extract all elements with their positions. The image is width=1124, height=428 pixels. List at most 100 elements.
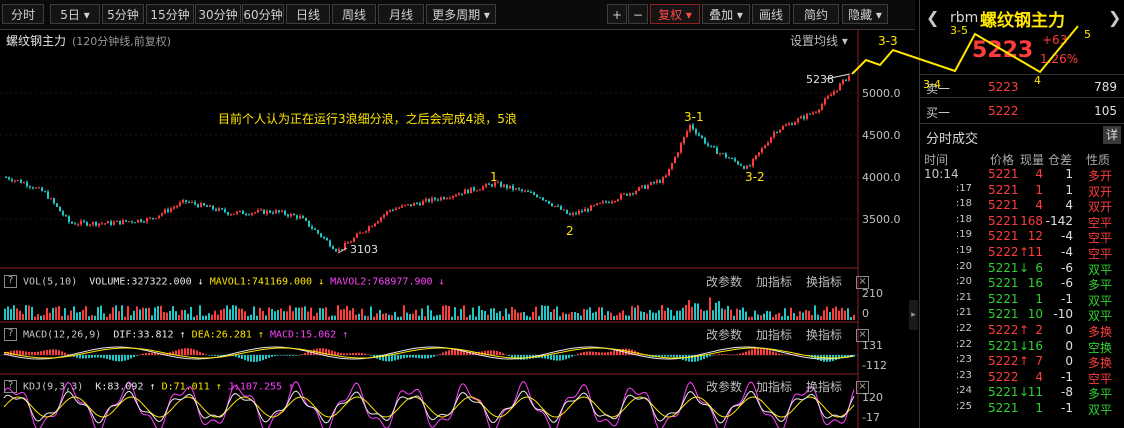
period-tab-month[interactable]: 月线 <box>378 4 424 24</box>
candle-body <box>311 226 313 229</box>
candle-body <box>602 201 604 203</box>
macd-bar <box>340 352 342 355</box>
candle-body <box>128 221 130 223</box>
volume-bar <box>172 306 174 320</box>
candle-body <box>158 215 160 219</box>
volume-bar <box>481 310 483 320</box>
candle-body <box>803 116 805 119</box>
candle-body <box>410 204 412 206</box>
simple-mode-button[interactable]: 简约 <box>793 4 839 24</box>
next-symbol-icon[interactable]: ❯ <box>1108 8 1121 27</box>
detail-button[interactable]: 详 <box>1103 126 1121 144</box>
macd-add-indicator-button[interactable]: 加指标 <box>756 328 792 342</box>
candle-body <box>680 143 682 153</box>
volume-bar <box>262 311 264 320</box>
vol-add-indicator-button[interactable]: 加指标 <box>756 275 792 289</box>
volume-bar <box>253 306 255 320</box>
volume-bar <box>424 316 426 320</box>
macd-bar <box>199 351 201 355</box>
volume-bar <box>853 314 855 320</box>
settings-ma-label: 设置均线 <box>790 34 839 48</box>
macd-bar <box>370 355 372 356</box>
candle-body <box>437 199 439 201</box>
question-icon[interactable]: ? <box>4 328 17 341</box>
macd-bar <box>562 355 564 361</box>
candle-body <box>413 202 415 206</box>
hide-button[interactable]: 隐藏 ▾ <box>842 4 888 24</box>
candle-body <box>725 153 727 158</box>
settings-ma-button[interactable]: 设置均线 ▾ <box>790 32 848 49</box>
draw-line-button[interactable]: 画线 <box>752 4 790 24</box>
macd-tick-131: 131 <box>862 339 883 352</box>
macd-edit-params-button[interactable]: 改参数 <box>706 328 742 342</box>
volume-bar <box>16 308 18 320</box>
candle-body <box>149 217 151 219</box>
candle-body <box>476 190 478 192</box>
candle-body <box>578 210 580 215</box>
volume-bar <box>583 309 585 320</box>
prev-symbol-icon[interactable]: ❮ <box>926 8 939 27</box>
volume-bar <box>31 306 33 320</box>
macd-bar <box>763 348 765 355</box>
volume-bar <box>10 308 12 320</box>
candle-body <box>302 216 304 219</box>
question-icon[interactable]: ? <box>4 380 17 393</box>
volume-bar <box>475 316 477 320</box>
trade-volume: 2 <box>1035 323 1043 337</box>
volume-bar <box>259 307 261 320</box>
kdj-add-indicator-button[interactable]: 加指标 <box>756 380 792 394</box>
volume-bar <box>628 315 630 320</box>
kline-chart[interactable] <box>0 29 915 428</box>
macd-bar <box>496 350 498 355</box>
macd-bar <box>553 355 555 361</box>
vol-switch-indicator-button[interactable]: 换指标 <box>806 275 842 289</box>
candle-body <box>116 220 118 222</box>
collapse-panel-handle[interactable]: ▸ <box>909 300 918 330</box>
period-tab-week[interactable]: 周线 <box>332 4 376 24</box>
volume-bar <box>250 314 252 320</box>
volume-bar <box>307 311 309 320</box>
candle-body <box>404 205 406 207</box>
macd-bar <box>133 355 135 358</box>
candle-body <box>599 202 601 204</box>
volume-bar <box>40 315 42 320</box>
arrow-up-icon: ↑ <box>342 329 349 341</box>
period-tab-intraday[interactable]: 分时 <box>2 4 44 24</box>
macd-label: MACD(12,26,9) <box>23 329 102 341</box>
candle-body <box>44 191 46 193</box>
period-tab-5day[interactable]: 5日 ▾ <box>50 4 100 24</box>
period-tab-30min[interactable]: 30分钟 <box>195 4 241 24</box>
adjust-button[interactable]: 复权 ▾ <box>650 4 700 24</box>
overlay-button[interactable]: 叠加 ▾ <box>702 4 750 24</box>
volume-bar <box>136 306 138 320</box>
kdj-switch-indicator-button[interactable]: 换指标 <box>806 380 842 394</box>
volume-bar <box>355 314 357 320</box>
macd-switch-indicator-button[interactable]: 换指标 <box>806 328 842 342</box>
volume-bar <box>535 306 537 320</box>
macd-bar <box>721 354 723 355</box>
period-tab-5min[interactable]: 5分钟 <box>102 4 144 24</box>
volume-bar <box>151 315 153 320</box>
candle-body <box>272 212 274 214</box>
candle-body <box>548 200 550 204</box>
period-tab-15min[interactable]: 15分钟 <box>146 4 194 24</box>
wave-label-3-1: 3-1 <box>684 110 704 124</box>
period-tab-more[interactable]: 更多周期 ▾ <box>426 4 496 24</box>
volume-bar <box>754 310 756 320</box>
period-tab-60min[interactable]: 60分钟 <box>242 4 284 24</box>
zoom-in-button[interactable]: + <box>607 4 627 24</box>
period-tab-day[interactable]: 日线 <box>286 4 330 24</box>
kdj-edit-params-button[interactable]: 改参数 <box>706 380 742 394</box>
macd-bar <box>742 352 744 355</box>
candle-body <box>362 232 364 234</box>
volume-bar <box>463 305 465 320</box>
volume-bar <box>760 315 762 320</box>
zoom-out-button[interactable]: − <box>628 4 648 24</box>
trade-diff: 0 <box>1065 354 1073 369</box>
volume-bar <box>544 305 546 320</box>
volume-bar <box>61 315 63 320</box>
macd-bar <box>592 351 594 355</box>
vol-edit-params-button[interactable]: 改参数 <box>706 275 742 289</box>
question-icon[interactable]: ? <box>4 275 17 288</box>
volume-bar <box>316 312 318 320</box>
